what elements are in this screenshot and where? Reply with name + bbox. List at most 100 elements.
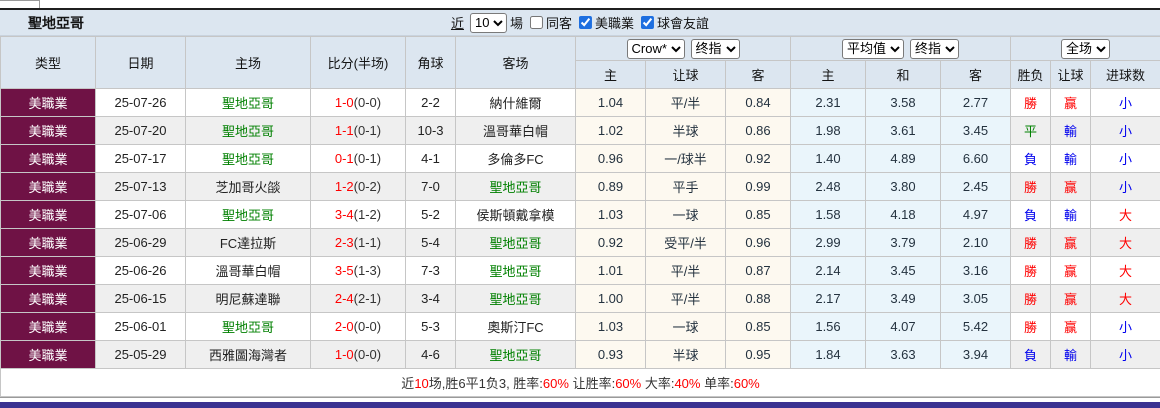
team-link[interactable]: 聖地亞哥 [222,152,274,167]
away-team-cell[interactable]: 聖地亞哥 [456,285,576,313]
filter-label: 球會友誼 [657,13,709,32]
home-team-cell[interactable]: 聖地亞哥 [186,117,311,145]
result-cell: 平 [1011,117,1051,145]
league-cell: 美職業 [1,89,96,117]
asian-away-odds: 0.87 [726,257,791,285]
asian-away-odds: 0.99 [726,173,791,201]
asian-away-odds: 0.92 [726,145,791,173]
home-team-cell[interactable]: FC達拉斯 [186,229,311,257]
asian-handicap: 受平/半 [646,229,726,257]
table-row: 美職業25-07-20聖地亞哥1-1(0-1)10-3溫哥華白帽1.02半球0.… [1,117,1160,145]
euro-time-select[interactable]: 终指 [910,39,959,59]
result-scope-select[interactable]: 全场 [1061,39,1110,59]
subcol-euro-away: 客 [941,61,1011,89]
euro-home-odds: 1.56 [791,313,866,341]
team-link[interactable]: 聖地亞哥 [222,96,274,111]
corners-cell: 2-2 [406,89,456,117]
filter-checkbox-2[interactable] [641,16,654,29]
home-team-cell[interactable]: 聖地亞哥 [186,89,311,117]
filter-option[interactable]: 美職業 [579,13,634,32]
team-link[interactable]: 聖地亞哥 [489,236,541,251]
handicap-result-cell: 赢 [1051,229,1091,257]
euro-source-select[interactable]: 平均值 [842,39,904,59]
team-link[interactable]: 溫哥華白帽 [215,264,280,279]
score-cell: 1-0(0-0) [311,341,406,369]
corners-cell: 5-4 [406,229,456,257]
table-row: 美職業25-07-06聖地亞哥3-4(1-2)5-2侯斯頓戴拿模1.03一球0.… [1,201,1160,229]
filter-checkbox-0[interactable] [530,16,543,29]
home-team-cell[interactable]: 聖地亞哥 [186,201,311,229]
away-team-cell[interactable]: 聖地亞哥 [456,229,576,257]
away-team-cell[interactable]: 溫哥華白帽 [456,117,576,145]
team-link[interactable]: 聖地亞哥 [489,348,541,363]
team-link[interactable]: 西雅圖海灣者 [209,348,287,363]
summary-segment: 40% [674,376,700,391]
team-link[interactable]: 納什維爾 [489,96,541,111]
team-link[interactable]: 奧斯汀FC [487,320,543,335]
score-cell: 3-4(1-2) [311,201,406,229]
asian-time-select[interactable]: 终指 [691,39,740,59]
away-team-cell[interactable]: 聖地亞哥 [456,257,576,285]
team-link[interactable]: 多倫多FC [487,152,543,167]
handicap-result-cell: 輸 [1051,145,1091,173]
filter-checkbox-group: 同客美職業 球會友誼 [523,13,709,32]
home-team-cell[interactable]: 聖地亞哥 [186,313,311,341]
subcol-euro-home: 主 [791,61,866,89]
team-link[interactable]: 聖地亞哥 [222,320,274,335]
home-team-cell[interactable]: 聖地亞哥 [186,145,311,173]
team-link[interactable]: 聖地亞哥 [489,180,541,195]
match-count-select[interactable]: 10 [470,13,507,33]
asian-handicap: 平/半 [646,257,726,285]
asian-odds-group-header: Crow* 终指 [576,37,791,61]
team-link[interactable]: FC達拉斯 [220,236,276,251]
home-team-cell[interactable]: 溫哥華白帽 [186,257,311,285]
home-team-cell[interactable]: 西雅圖海灣者 [186,341,311,369]
away-team-cell[interactable]: 聖地亞哥 [456,341,576,369]
league-cell: 美職業 [1,201,96,229]
away-team-cell[interactable]: 侯斯頓戴拿模 [456,201,576,229]
euro-away-odds: 6.60 [941,145,1011,173]
score-cell: 1-0(0-0) [311,89,406,117]
asian-bookmaker-select[interactable]: Crow* [627,39,685,59]
result-cell: 勝 [1011,229,1051,257]
team-link[interactable]: 聖地亞哥 [489,264,541,279]
table-row: 美職業25-07-13芝加哥火燄1-2(0-2)7-0聖地亞哥0.89平手0.9… [1,173,1160,201]
filter-label: 同客 [546,13,572,32]
result-group-header: 全场 [1011,37,1160,61]
asian-home-odds: 0.96 [576,145,646,173]
euro-away-odds: 3.05 [941,285,1011,313]
team-link[interactable]: 聖地亞哥 [222,208,274,223]
away-team-cell[interactable]: 奧斯汀FC [456,313,576,341]
score-cell: 2-3(1-1) [311,229,406,257]
table-row: 美職業25-06-29FC達拉斯2-3(1-1)5-4聖地亞哥0.92受平/半0… [1,229,1160,257]
filter-checkbox-1[interactable] [579,16,592,29]
team-link[interactable]: 聖地亞哥 [489,292,541,307]
home-team-cell[interactable]: 芝加哥火燄 [186,173,311,201]
result-cell: 勝 [1011,313,1051,341]
asian-handicap: 半球 [646,117,726,145]
corners-cell: 4-6 [406,341,456,369]
euro-away-odds: 2.45 [941,173,1011,201]
team-link[interactable]: 溫哥華白帽 [483,124,548,139]
table-row: 美職業25-07-17聖地亞哥0-1(0-1)4-1多倫多FC0.96一/球半0… [1,145,1160,173]
away-team-cell[interactable]: 納什維爾 [456,89,576,117]
euro-draw-odds: 3.45 [866,257,941,285]
league-cell: 美職業 [1,173,96,201]
result-cell: 勝 [1011,89,1051,117]
home-team-cell[interactable]: 明尼蘇達聯 [186,285,311,313]
filter-option[interactable]: 球會友誼 [641,13,709,32]
date-cell: 25-07-20 [96,117,186,145]
away-team-cell[interactable]: 多倫多FC [456,145,576,173]
team-link[interactable]: 侯斯頓戴拿模 [476,208,554,223]
score-cell: 2-4(2-1) [311,285,406,313]
team-link[interactable]: 聖地亞哥 [222,124,274,139]
euro-draw-odds: 3.63 [866,341,941,369]
asian-home-odds: 1.00 [576,285,646,313]
near-link[interactable]: 近 [451,13,464,32]
team-link[interactable]: 芝加哥火燄 [215,180,280,195]
date-cell: 25-07-26 [96,89,186,117]
team-link[interactable]: 明尼蘇達聯 [215,292,280,307]
filter-option[interactable]: 同客 [530,13,572,32]
matches-label: 場 [510,13,523,32]
away-team-cell[interactable]: 聖地亞哥 [456,173,576,201]
